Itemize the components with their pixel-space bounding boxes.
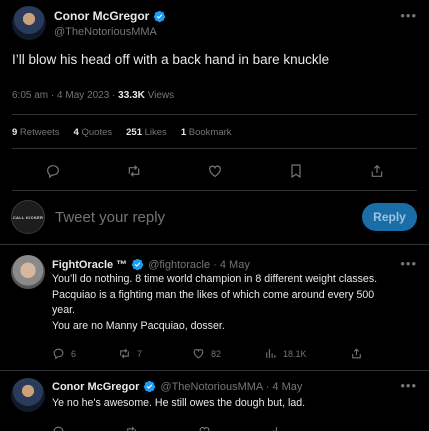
bookmark-icon[interactable] <box>288 163 304 179</box>
verified-badge-icon <box>154 10 166 22</box>
reply-actions: 6 7 82 18.1K <box>52 347 363 360</box>
reply-action-views[interactable]: 18.1K <box>264 347 350 360</box>
divider <box>0 244 429 245</box>
reply-text-line: Pacquiao is a fighting man the likes of … <box>52 288 375 301</box>
retweet-icon[interactable] <box>126 163 142 179</box>
reply-action-like[interactable]: 82 <box>192 347 264 360</box>
author-name-row[interactable]: Conor McGregor <box>54 9 166 23</box>
tweet-actions <box>12 161 417 181</box>
divider <box>12 148 417 149</box>
reply-author-name[interactable]: FightOracle ™ <box>52 259 127 271</box>
reply-text-line: You’ll do nothing. 8 time world champion… <box>52 273 378 285</box>
views-icon[interactable] <box>271 425 284 431</box>
author-handle[interactable]: @TheNotoriousMMA <box>54 26 157 38</box>
reply-avatar[interactable] <box>11 255 45 289</box>
more-options-icon[interactable]: ••• <box>400 8 417 23</box>
reply-text: You’ll do nothing. 8 time world champion… <box>52 272 412 334</box>
composer-avatar: CALL KICKER <box>11 200 45 234</box>
tweet-stats: 9 Retweets 4 Quotes 251 Likes 1 Bookmark <box>12 127 232 138</box>
reply-action-reply[interactable]: 6 <box>52 347 118 360</box>
retweets-stat[interactable]: 9 Retweets <box>12 127 60 138</box>
views-count: 33.3K <box>118 90 145 101</box>
views-count: 18.1K <box>283 348 307 359</box>
reply-avatar[interactable] <box>11 378 45 412</box>
share-icon[interactable] <box>369 163 385 179</box>
reply-input[interactable]: Tweet your reply <box>55 209 165 226</box>
retweet-icon[interactable] <box>125 425 138 431</box>
verified-badge-icon <box>131 258 144 271</box>
composer-avatar-logo-text: CALL KICKER <box>12 214 44 220</box>
like-icon[interactable] <box>198 425 211 431</box>
more-options-icon[interactable]: ••• <box>400 378 417 393</box>
reply-author-handle[interactable]: @fightoracle · 4 May <box>148 259 250 271</box>
reply-action-share[interactable] <box>350 347 363 360</box>
reply-button[interactable]: Reply <box>362 203 417 231</box>
tweet-meta: 6:05 am · 4 May 2023 · 33.3K Views <box>12 90 174 101</box>
reply-text: Ye no he's awesome. He still owes the do… <box>52 397 306 409</box>
like-icon[interactable] <box>192 347 205 360</box>
reply-icon[interactable] <box>52 347 65 360</box>
likes-stat[interactable]: 251 Likes <box>126 127 167 138</box>
reply-text-line: year. <box>52 304 75 316</box>
bookmarks-stat[interactable]: 1 Bookmark <box>181 127 232 138</box>
reply-actions <box>52 425 284 431</box>
author-avatar[interactable] <box>12 6 46 40</box>
reply-icon[interactable] <box>45 163 61 179</box>
reply-header: Conor McGregor @TheNotoriousMMA · 4 May <box>52 380 302 393</box>
quotes-stat[interactable]: 4 Quotes <box>74 127 113 138</box>
reply-icon[interactable] <box>52 425 65 431</box>
divider <box>0 370 429 371</box>
author-name[interactable]: Conor McGregor <box>54 9 149 23</box>
retweet-icon[interactable] <box>118 347 131 360</box>
like-icon[interactable] <box>207 163 223 179</box>
reply-action-retweet[interactable]: 7 <box>118 347 192 360</box>
like-count: 82 <box>211 348 222 359</box>
views-icon[interactable] <box>264 347 277 360</box>
views-label: Views <box>144 90 175 101</box>
divider <box>12 114 417 115</box>
reply-count: 6 <box>71 348 77 359</box>
more-options-icon[interactable]: ••• <box>400 256 417 271</box>
reply-text-line: You are no Manny Pacquiao, dosser. <box>52 319 225 332</box>
tweet-text: I’ll blow his head off with a back hand … <box>12 52 330 67</box>
verified-badge-icon <box>144 380 156 393</box>
reply-author-handle[interactable]: @TheNotoriousMMA · 4 May <box>160 381 302 393</box>
share-icon[interactable] <box>350 347 363 360</box>
divider <box>12 190 417 191</box>
reply-header: FightOracle ™ @fightoracle · 4 May <box>52 258 250 271</box>
retweet-count: 7 <box>137 348 143 359</box>
reply-author-name[interactable]: Conor McGregor <box>52 381 139 393</box>
tweet-timestamp[interactable]: 6:05 am · 4 May 2023 · <box>12 90 118 101</box>
